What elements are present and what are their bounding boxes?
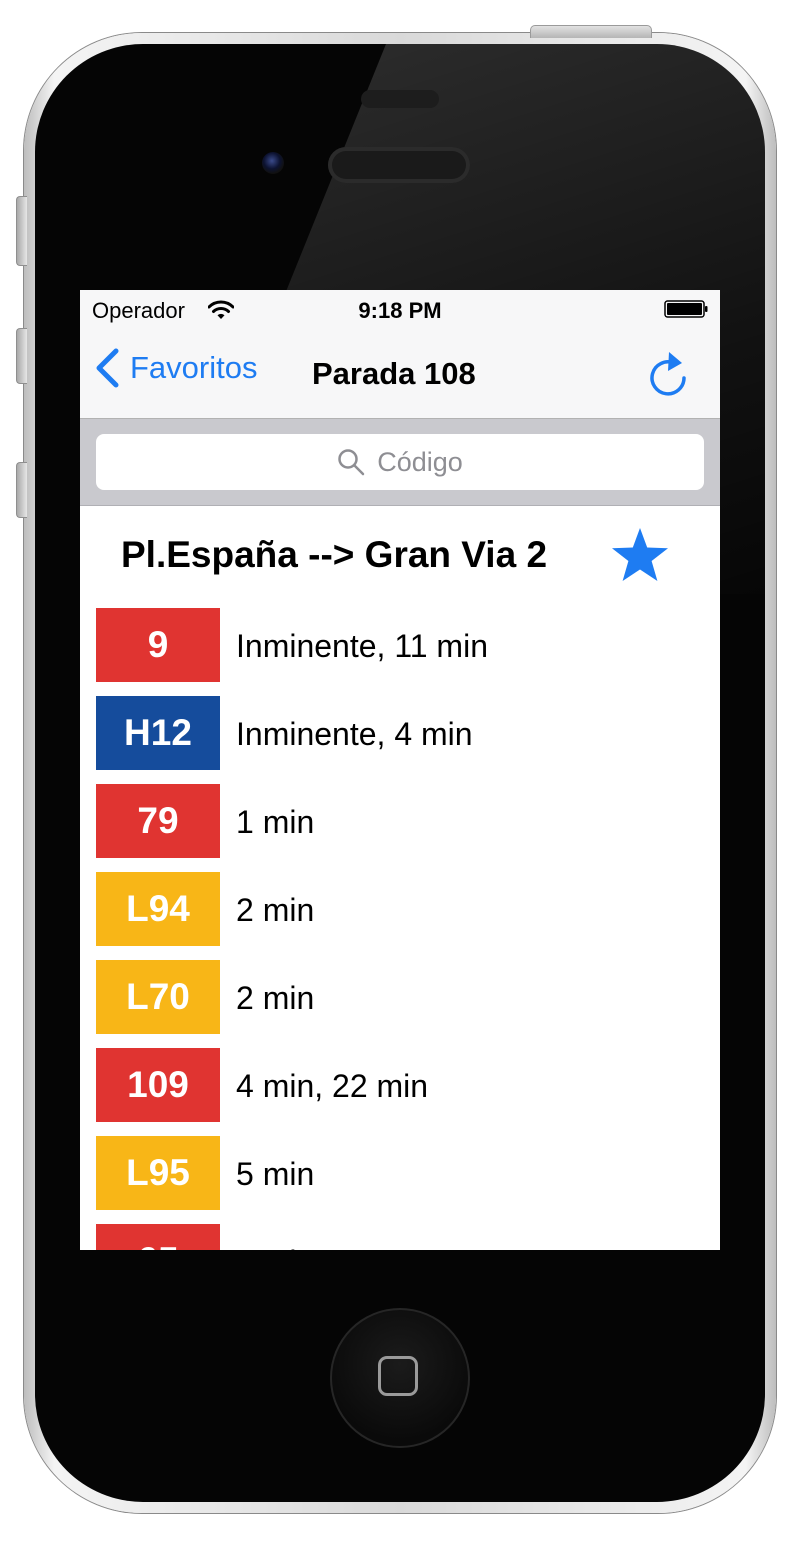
arrival-row[interactable]: 65 6 min <box>96 1224 704 1250</box>
line-badge: 79 <box>96 784 220 858</box>
refresh-icon[interactable] <box>644 350 692 398</box>
arrival-row[interactable]: L95 5 min <box>96 1136 704 1210</box>
arrival-times: 4 min, 22 min <box>236 1068 429 1104</box>
search-input[interactable]: Código <box>96 434 704 490</box>
arrival-times: 1 min <box>236 804 315 840</box>
volume-up-button <box>16 328 27 384</box>
volume-down-button <box>16 462 27 518</box>
search-placeholder: Código <box>377 446 463 477</box>
battery-icon <box>664 300 708 318</box>
line-badge: H12 <box>96 696 220 770</box>
line-badge: 109 <box>96 1048 220 1122</box>
line-badge: L95 <box>96 1136 220 1210</box>
line-badge: L70 <box>96 960 220 1034</box>
back-button[interactable]: Favoritos <box>94 348 257 388</box>
arrival-times: 5 min <box>236 1156 315 1192</box>
home-button[interactable] <box>330 1308 470 1448</box>
star-icon[interactable] <box>610 526 670 586</box>
arrival-times: Inminente, 11 min <box>236 628 488 664</box>
page-title: Parada 108 <box>312 356 476 391</box>
stop-name: Pl.España --> Gran Via 2 <box>121 534 548 575</box>
arrival-times: 2 min <box>236 892 315 928</box>
earpiece-speaker <box>328 147 470 183</box>
back-button-label: Favoritos <box>130 350 258 385</box>
mute-switch <box>16 196 27 266</box>
arrival-row[interactable]: L94 2 min <box>96 872 704 946</box>
arrival-row[interactable]: 9 Inminente, 11 min <box>96 608 704 682</box>
front-camera <box>262 152 284 174</box>
arrival-row[interactable]: 79 1 min <box>96 784 704 858</box>
line-badge: 9 <box>96 608 220 682</box>
home-square-icon <box>378 1356 418 1396</box>
search-bar: Código <box>80 419 720 506</box>
status-bar: Operador 9:18 PM <box>80 290 720 330</box>
app-screen: Operador 9:18 PM Favoritos Parada 108 Có… <box>80 290 720 1250</box>
chevron-left-icon <box>96 348 119 388</box>
line-badge: L94 <box>96 872 220 946</box>
clock: 9:18 PM <box>358 298 442 323</box>
arrival-times: 6 min <box>236 1244 314 1250</box>
arrival-times: 2 min <box>236 980 315 1016</box>
power-button <box>530 25 652 38</box>
arrival-row[interactable]: 109 4 min, 22 min <box>96 1048 704 1122</box>
proximity-sensor <box>361 90 439 108</box>
navigation-bar: Favoritos Parada 108 <box>80 330 720 419</box>
search-icon <box>338 449 365 476</box>
arrival-row[interactable]: H12 Inminente, 4 min <box>96 696 704 770</box>
line-badge: 65 <box>96 1224 220 1250</box>
arrival-times: Inminente, 4 min <box>236 716 473 752</box>
arrival-row[interactable]: L70 2 min <box>96 960 704 1034</box>
stop-header: Pl.España --> Gran Via 2 <box>80 506 720 596</box>
